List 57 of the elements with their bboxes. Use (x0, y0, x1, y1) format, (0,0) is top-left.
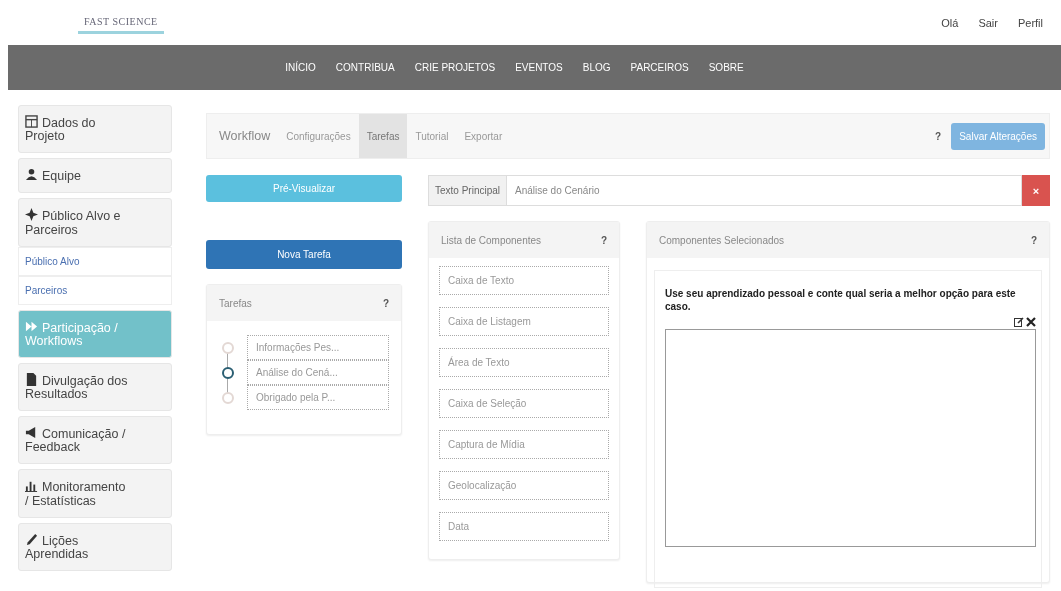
field-label: Texto Principal (428, 175, 508, 206)
sidebar-icon (25, 426, 38, 440)
question-text: Use seu aprendizado pessoal e conte qual seria a melhor opção para este caso. (665, 287, 1017, 313)
sidebar-item[interactable]: Divulgação dos Resultados (18, 362, 172, 412)
sidebar-item[interactable]: Equipe (18, 158, 172, 194)
tab[interactable]: Exportar (456, 114, 511, 158)
nav-link[interactable]: CRIE PROJETOS (414, 62, 496, 73)
tab[interactable]: Workflow (211, 114, 279, 158)
sidebar-icon (25, 479, 38, 493)
component-item[interactable]: Geolocalização (439, 471, 609, 500)
component-item[interactable]: Caixa de Texto (439, 266, 609, 295)
sidebar-item[interactable]: Monitoramento / Estatísticas (18, 469, 172, 518)
component-item[interactable]: Data (439, 512, 609, 541)
sidebar-icon (25, 115, 38, 128)
sidebar-subitem[interactable]: Público Alvo (18, 246, 172, 276)
edit-icon[interactable] (1014, 317, 1024, 327)
nav-link[interactable]: BLOG (582, 62, 611, 73)
close-button[interactable]: × (1022, 175, 1050, 206)
help-mark[interactable]: ? (935, 130, 942, 142)
help-mark[interactable]: ? (382, 297, 389, 309)
sidebar-icon (25, 319, 38, 333)
new-task-button[interactable]: Nova Tarefa (206, 240, 402, 269)
panel-title: Tarefas (219, 297, 252, 309)
component-item[interactable]: Captura de Mídia (439, 430, 609, 459)
sidebar-item[interactable]: Lições Aprendidas (18, 522, 172, 571)
help-mark[interactable]: ? (600, 234, 607, 246)
nav-link[interactable]: CONTRIBUA (335, 62, 395, 73)
component-item[interactable]: Área de Texto (439, 348, 609, 377)
sidebar-item[interactable]: Dados do Projeto (18, 105, 172, 154)
nav-link[interactable]: SOBRE (708, 62, 744, 73)
user-link[interactable]: Olá (941, 16, 959, 29)
user-link[interactable]: Perfil (1017, 16, 1043, 29)
task-item[interactable]: Informações Pes... (247, 335, 389, 360)
nav-link[interactable]: PARCEIROS (630, 62, 689, 73)
help-mark[interactable]: ? (1030, 234, 1037, 246)
tab[interactable]: Configurações (278, 114, 359, 158)
sidebar-item[interactable]: Comunicação / Feedback (18, 416, 172, 465)
sidebar-icon (25, 532, 38, 546)
main-text-field[interactable]: Análise do Cenário (507, 175, 1022, 206)
nav-link[interactable]: EVENTOS (515, 62, 563, 73)
task-item[interactable]: Obrigado pela P... (247, 385, 389, 410)
user-link[interactable]: Sair (978, 16, 998, 29)
close-icon[interactable] (1026, 317, 1036, 327)
logo[interactable]: FAST SCIENCE (78, 11, 164, 34)
sidebar-icon (25, 168, 38, 182)
sidebar-icon (25, 372, 38, 386)
tab[interactable]: Tarefas (358, 114, 408, 158)
sidebar-icon (25, 208, 38, 222)
sidebar-item[interactable]: Público Alvo e Parceiros (18, 198, 172, 247)
nav-link[interactable]: INÍCIO (285, 62, 316, 73)
task-item[interactable]: Análise do Cená... (247, 360, 389, 385)
tab[interactable]: Tutorial (407, 114, 457, 158)
panel-title: Componentes Selecionados (659, 234, 785, 246)
sidebar-subitem[interactable]: Parceiros (18, 275, 172, 305)
component-item[interactable]: Caixa de Seleção (439, 389, 609, 418)
panel-title: Lista de Componentes (441, 234, 542, 246)
component-item[interactable]: Caixa de Listagem (439, 307, 609, 336)
